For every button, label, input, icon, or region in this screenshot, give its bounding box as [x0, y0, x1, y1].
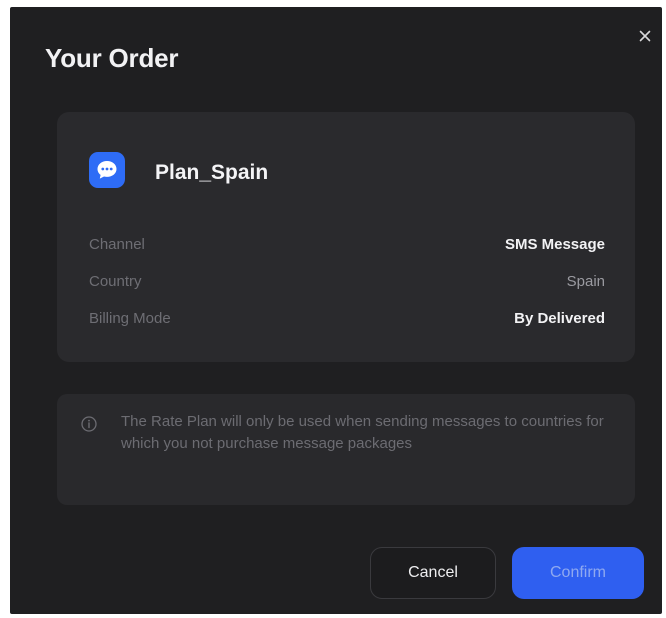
country-value: Spain — [566, 273, 605, 290]
channel-label: Channel — [89, 236, 145, 253]
close-button[interactable] — [634, 25, 656, 47]
cancel-button[interactable]: Cancel — [370, 547, 496, 599]
info-icon — [81, 416, 97, 432]
country-label: Country — [89, 273, 142, 290]
plan-summary-card: Plan_Spain Channel SMS Message Country S… — [57, 112, 635, 362]
dialog-title: Your Order — [45, 43, 179, 73]
billing-mode-label: Billing Mode — [89, 310, 171, 327]
chat-bubble-icon — [89, 152, 125, 188]
country-row: Country Spain — [89, 273, 605, 293]
channel-value: SMS Message — [504, 236, 605, 253]
billing-mode-value: By Delivered — [514, 310, 605, 327]
confirm-button[interactable]: Confirm — [512, 547, 644, 599]
channel-row: Channel SMS Message — [89, 236, 605, 256]
rate-plan-notice: The Rate Plan will only be used when sen… — [57, 394, 635, 505]
notice-text: The Rate Plan will only be used when sen… — [121, 413, 604, 452]
plan-name: Plan_Spain — [155, 161, 269, 184]
order-dialog: Your Order Plan_Spain Channel SMS Messag… — [10, 7, 662, 614]
billing-mode-row: Billing Mode By Delivered — [89, 310, 605, 330]
close-icon — [639, 30, 651, 42]
